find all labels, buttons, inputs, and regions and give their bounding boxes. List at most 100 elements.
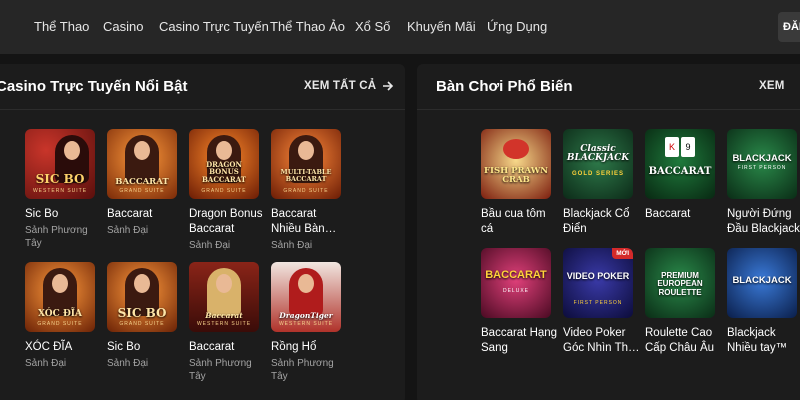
thumb-label: VIDEO POKER	[566, 271, 630, 281]
dealer-face	[298, 141, 314, 160]
game-name: Baccarat Nhiều Bàn…	[271, 208, 337, 235]
game-card[interactable]: BLACKJACK FIRST PERSON Người Đứng Đầu Bl…	[727, 129, 800, 237]
game-card[interactable]: DragonTiger WESTERN SUITE Rồng Hổ Sảnh P…	[271, 262, 349, 383]
game-thumbnail[interactable]: BACCARAT GRAND SUITE	[107, 129, 177, 199]
nav-xo-so[interactable]: Xổ Số	[355, 19, 390, 34]
nav-casino[interactable]: Casino	[103, 19, 143, 34]
thumb-sub: GRAND SUITE	[119, 188, 165, 194]
game-card[interactable]: MỚI VIDEO POKER FIRST PERSON Video Poker…	[563, 248, 641, 356]
game-thumbnail[interactable]: DRAGON BONUS BACCARAT GRAND SUITE	[189, 129, 259, 199]
game-card[interactable]: SIC BO WESTERN SUITE Sic Bo Sảnh Phương …	[25, 129, 103, 250]
thumb-label: BLACKJACK	[732, 153, 792, 164]
game-thumbnail[interactable]: PREMIUM EUROPEAN ROULETTE	[645, 248, 715, 318]
thumb-sub: GRAND SUITE	[37, 321, 83, 327]
top-nav: Thể Thao Casino Casino Trực Tuyến Thể Th…	[0, 0, 800, 54]
game-name: Người Đứng Đầu Blackjack	[727, 208, 800, 235]
thumb-sub: DELUXE	[502, 288, 529, 294]
table-games-header: Bàn Chơi Phổ Biến XEM	[417, 64, 800, 110]
game-thumbnail[interactable]: XÓC ĐĨA GRAND SUITE	[25, 262, 95, 332]
game-thumbnail[interactable]: FISH PRAWN CRAB	[481, 129, 551, 199]
game-thumbnail[interactable]: K 9 BACCARAT	[645, 129, 715, 199]
nav-the-thao-ao[interactable]: Thể Thao Ảo	[270, 19, 345, 34]
table-games-see-all-link[interactable]: XEM	[759, 80, 785, 92]
game-card[interactable]: Baccarat WESTERN SUITE Baccarat Sảnh Phư…	[189, 262, 267, 383]
game-name: Blackjack Cổ Điển	[563, 208, 630, 235]
game-provider: Sảnh Đại	[271, 240, 313, 251]
new-badge: MỚI	[612, 248, 633, 259]
nav-casino-truc-tuyen[interactable]: Casino Trực Tuyến	[159, 19, 269, 34]
game-name: Baccarat	[107, 208, 153, 220]
game-card[interactable]: XÓC ĐĨA GRAND SUITE XÓC ĐĨA Sảnh Đại	[25, 262, 103, 370]
game-name: Blackjack Nhiều tay™	[727, 327, 788, 354]
thumb-sub: GRAND SUITE	[201, 188, 247, 194]
see-all-label: XEM TẤT CẢ	[304, 80, 377, 92]
game-card[interactable]: MULTI-TABLE BACCARAT GRAND SUITE Baccara…	[271, 129, 349, 252]
thumb-label: SIC BO	[117, 306, 167, 320]
thumb-label: SIC BO	[35, 172, 85, 186]
live-casino-title: Casino Trực Tuyến Nổi Bật	[0, 78, 188, 95]
nav-the-thao[interactable]: Thể Thao	[34, 19, 89, 34]
game-name: XÓC ĐĨA	[25, 341, 73, 353]
dealer-face	[216, 141, 232, 160]
nav-khuyen-mai[interactable]: Khuyến Mãi	[407, 19, 476, 34]
dealer-face	[298, 274, 314, 293]
game-name: Rồng Hổ	[271, 341, 317, 353]
game-thumbnail[interactable]: BLACKJACK FIRST PERSON	[727, 129, 797, 199]
live-casino-header: Casino Trực Tuyến Nổi Bật XEM TẤT CẢ	[0, 64, 405, 110]
game-card[interactable]: K 9 BACCARAT Baccarat	[645, 129, 723, 222]
game-thumbnail[interactable]: BLACKJACK	[727, 248, 797, 318]
login-button[interactable]: ĐĂNG	[778, 12, 800, 42]
nav-ung-dung[interactable]: Ứng Dụng	[487, 19, 547, 34]
thumb-label: PREMIUM EUROPEAN ROULETTE	[657, 271, 703, 297]
game-provider: Sảnh Đại	[107, 225, 149, 236]
dealer-face	[134, 141, 150, 160]
game-name: Roulette Cao Cấp Châu Âu	[645, 327, 715, 354]
thumb-label: MULTI-TABLE BACCARAT	[280, 168, 332, 183]
game-thumbnail[interactable]: Baccarat WESTERN SUITE	[189, 262, 259, 332]
game-card[interactable]: BACCARAT DELUXE Baccarat Hạng Sang	[481, 248, 559, 356]
game-provider: Sảnh Đại	[25, 358, 67, 369]
game-provider: Sảnh Đại	[189, 240, 231, 251]
game-name: Bầu cua tôm cá	[481, 208, 546, 235]
game-thumbnail[interactable]: MULTI-TABLE BACCARAT GRAND SUITE	[271, 129, 341, 199]
live-casino-panel: Casino Trực Tuyến Nổi Bật XEM TẤT CẢ SIC…	[0, 64, 405, 400]
game-name: Baccarat	[189, 341, 235, 353]
game-thumbnail[interactable]: MỚI VIDEO POKER FIRST PERSON	[563, 248, 633, 318]
game-card[interactable]: FISH PRAWN CRAB Bầu cua tôm cá	[481, 129, 559, 237]
game-card[interactable]: Classic BLACKJACK GOLD SERIES Blackjack …	[563, 129, 641, 237]
thumb-label: BLACKJACK	[732, 275, 792, 286]
thumb-sub: GOLD SERIES	[571, 171, 624, 177]
table-games-title: Bàn Chơi Phổ Biến	[436, 78, 573, 95]
game-name: Sic Bo	[25, 208, 59, 220]
live-casino-see-all-link[interactable]: XEM TẤT CẢ	[304, 80, 394, 92]
game-name: Sic Bo	[107, 341, 141, 353]
card-9-icon: 9	[681, 137, 695, 157]
game-provider: Sảnh Đại	[107, 358, 149, 369]
game-card[interactable]: PREMIUM EUROPEAN ROULETTE Roulette Cao C…	[645, 248, 723, 356]
game-thumbnail[interactable]: BACCARAT DELUXE	[481, 248, 551, 318]
game-card[interactable]: BACCARAT GRAND SUITE Baccarat Sảnh Đại	[107, 129, 185, 237]
thumb-label: DragonTiger	[279, 311, 333, 320]
thumb-sub: WESTERN SUITE	[32, 188, 88, 194]
thumb-sub: GRAND SUITE	[119, 321, 165, 327]
game-thumbnail[interactable]: Classic BLACKJACK GOLD SERIES	[563, 129, 633, 199]
thumb-label: BACCARAT	[485, 269, 547, 281]
game-card[interactable]: DRAGON BONUS BACCARAT GRAND SUITE Dragon…	[189, 129, 267, 252]
thumb-sub: FIRST PERSON	[737, 165, 787, 171]
dealer-face	[134, 274, 150, 293]
thumb-sub: WESTERN SUITE	[196, 321, 252, 327]
game-card[interactable]: BLACKJACK Blackjack Nhiều tay™	[727, 248, 800, 356]
thumb-sub: WESTERN SUITE	[278, 321, 334, 327]
game-thumbnail[interactable]: DragonTiger WESTERN SUITE	[271, 262, 341, 332]
game-card[interactable]: SIC BO GRAND SUITE Sic Bo Sảnh Đại	[107, 262, 185, 370]
thumb-label: BACCARAT	[115, 177, 169, 187]
game-provider: Sảnh Phương Tây	[271, 358, 334, 382]
thumb-label: Baccarat	[205, 311, 243, 320]
game-thumbnail[interactable]: SIC BO WESTERN SUITE	[25, 129, 95, 199]
game-name: Baccarat	[645, 208, 691, 220]
thumb-label: XÓC ĐĨA	[37, 309, 83, 319]
dealer-face	[52, 274, 68, 293]
dealer-face	[64, 141, 80, 160]
game-thumbnail[interactable]: SIC BO GRAND SUITE	[107, 262, 177, 332]
game-provider: Sảnh Phương Tây	[189, 358, 252, 382]
